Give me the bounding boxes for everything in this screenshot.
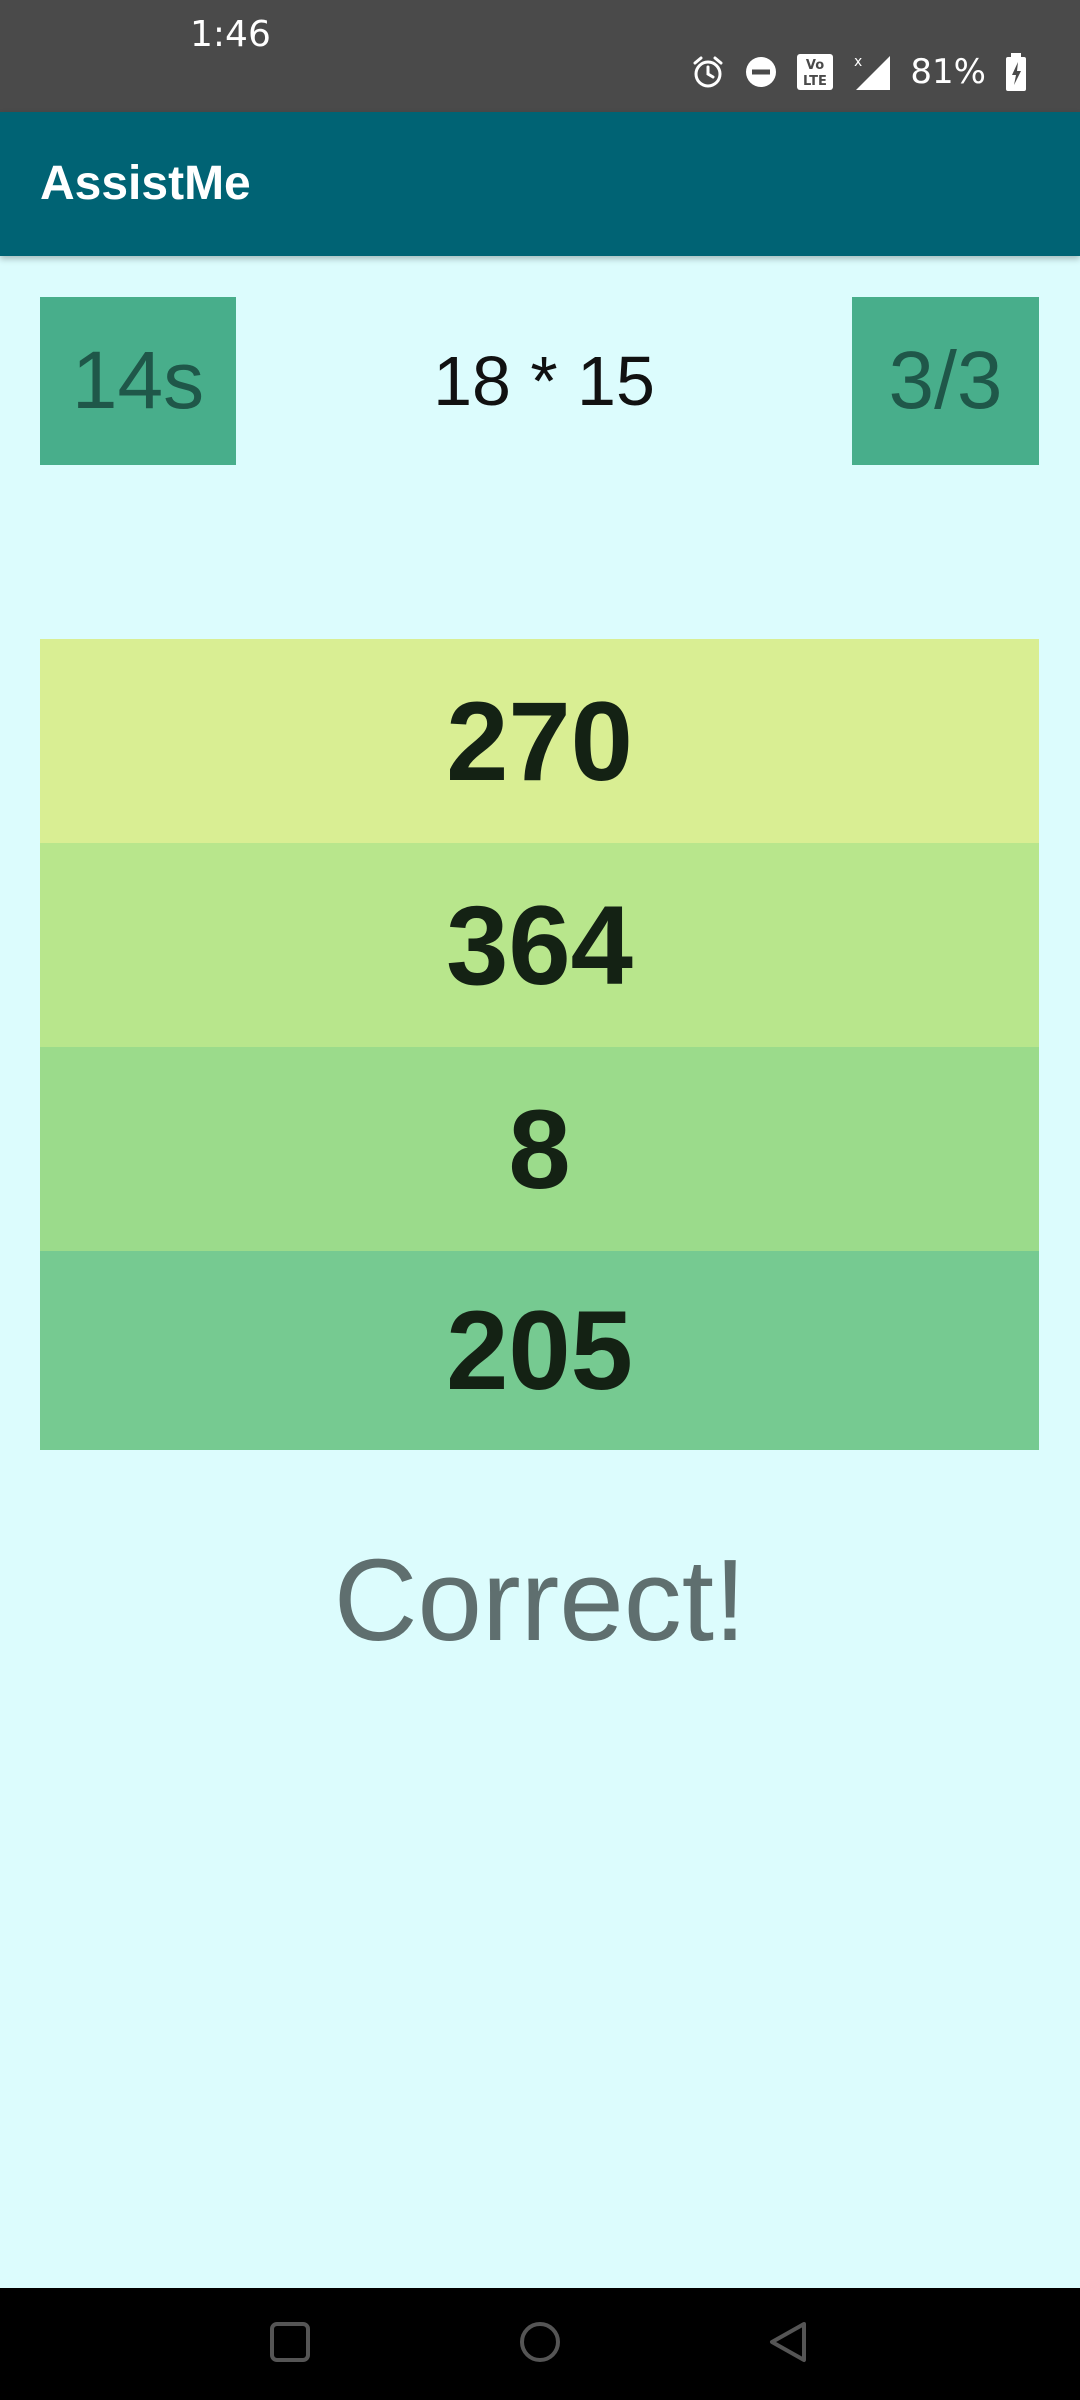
home-icon xyxy=(518,2320,562,2369)
battery-charging-icon xyxy=(1004,52,1028,92)
answer-option-1[interactable]: 270 xyxy=(40,639,1039,843)
svg-text:x: x xyxy=(854,54,862,70)
answer-option-2[interactable]: 364 xyxy=(40,843,1039,1047)
recents-button[interactable] xyxy=(230,2288,350,2400)
signal-icon: x xyxy=(852,52,892,92)
question-text: 18 * 15 xyxy=(433,342,655,420)
app-bar: AssistMe xyxy=(0,112,1080,256)
alarm-icon xyxy=(690,54,726,90)
progress-badge: 3/3 xyxy=(852,297,1039,465)
app-title: AssistMe xyxy=(40,157,251,210)
answer-option-3[interactable]: 8 xyxy=(40,1047,1039,1251)
status-bar: 1:46 Vo LTE x 81% xyxy=(0,0,1080,112)
navigation-bar xyxy=(0,2288,1080,2400)
back-button[interactable] xyxy=(728,2288,848,2400)
volte-icon: Vo LTE xyxy=(796,53,834,91)
result-message: Correct! xyxy=(333,1535,747,1665)
back-icon xyxy=(766,2320,810,2369)
recents-icon xyxy=(268,2320,312,2369)
battery-percent: 81% xyxy=(910,52,986,92)
svg-text:Vo: Vo xyxy=(806,58,824,73)
status-icons: Vo LTE x 81% xyxy=(690,50,1028,94)
timer-badge: 14s xyxy=(40,297,236,465)
do-not-disturb-icon xyxy=(744,55,778,89)
answer-option-4[interactable]: 205 xyxy=(40,1251,1039,1450)
home-button[interactable] xyxy=(480,2288,600,2400)
answer-list: 270 364 8 205 xyxy=(40,639,1039,1450)
svg-text:LTE: LTE xyxy=(803,74,827,89)
